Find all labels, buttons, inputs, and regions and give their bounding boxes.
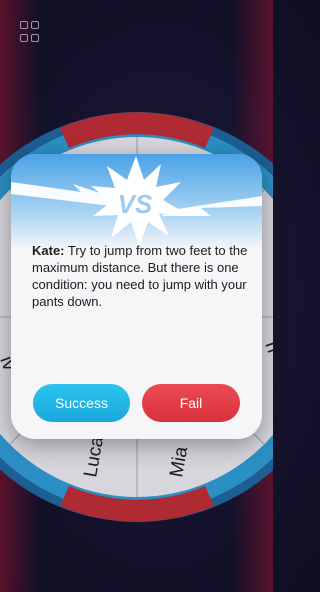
challenge-description: Try to jump from two feet to the maximum… <box>32 243 248 309</box>
player-name: Kate: <box>32 243 65 258</box>
challenge-text: Kate: Try to jump from two feet to the m… <box>32 242 252 310</box>
success-button[interactable]: Success <box>33 384 130 422</box>
vs-label: VS <box>118 189 153 219</box>
vs-banner: VS <box>11 154 262 249</box>
challenge-modal: VS Kate: Try to jump from two feet to th… <box>11 154 262 439</box>
fail-button[interactable]: Fail <box>142 384 240 422</box>
